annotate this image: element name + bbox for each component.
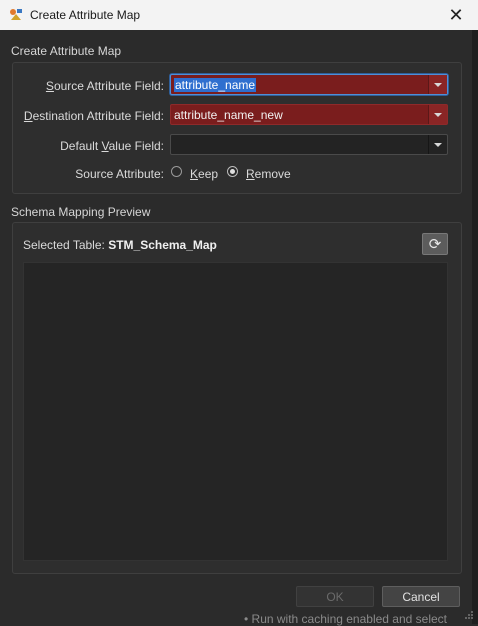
cancel-button[interactable]: Cancel <box>382 586 460 607</box>
title-bar: Create Attribute Map ✕ <box>0 0 478 30</box>
chevron-down-icon[interactable] <box>428 75 447 94</box>
source-attribute-combo[interactable]: attribute_name <box>170 74 448 95</box>
default-value-label: Default Value Field: <box>60 139 164 153</box>
group-title-attribute-map: Create Attribute Map <box>11 44 122 58</box>
destination-attribute-value: attribute_name_new <box>174 108 283 122</box>
default-value-combo[interactable] <box>170 134 448 155</box>
close-icon[interactable]: ✕ <box>434 0 478 30</box>
remove-radio-label[interactable]: Remove <box>246 167 291 181</box>
fme-app-icon <box>10 9 22 20</box>
source-field-label: Source Attribute Field: <box>45 79 164 93</box>
window-title: Create Attribute Map <box>30 8 141 22</box>
refresh-button[interactable]: ⟳ <box>422 233 448 255</box>
selected-table-line: Selected Table: STM_Schema_Map <box>23 238 217 252</box>
source-attribute-option-label: Source Attribute: <box>75 167 164 181</box>
selected-table-value: STM_Schema_Map <box>108 238 217 252</box>
refresh-icon: ⟳ <box>428 236 442 253</box>
destination-field-label: Destination Attribute Field: <box>23 109 164 123</box>
chevron-down-icon[interactable] <box>428 105 447 124</box>
keep-radio[interactable] <box>171 166 182 177</box>
keep-radio-label[interactable]: Keep <box>190 167 218 181</box>
background-window-edge <box>472 30 478 624</box>
chevron-down-icon[interactable] <box>428 135 447 154</box>
selected-table-label: Selected Table: <box>23 238 105 252</box>
resize-grip-icon[interactable] <box>464 610 474 620</box>
remove-radio[interactable] <box>227 166 238 177</box>
ok-button[interactable]: OK <box>296 586 374 607</box>
source-attribute-value: attribute_name <box>174 78 257 92</box>
destination-attribute-combo[interactable]: attribute_name_new <box>170 104 448 125</box>
group-title-schema-preview: Schema Mapping Preview <box>11 205 151 219</box>
schema-preview-area[interactable] <box>23 262 448 561</box>
